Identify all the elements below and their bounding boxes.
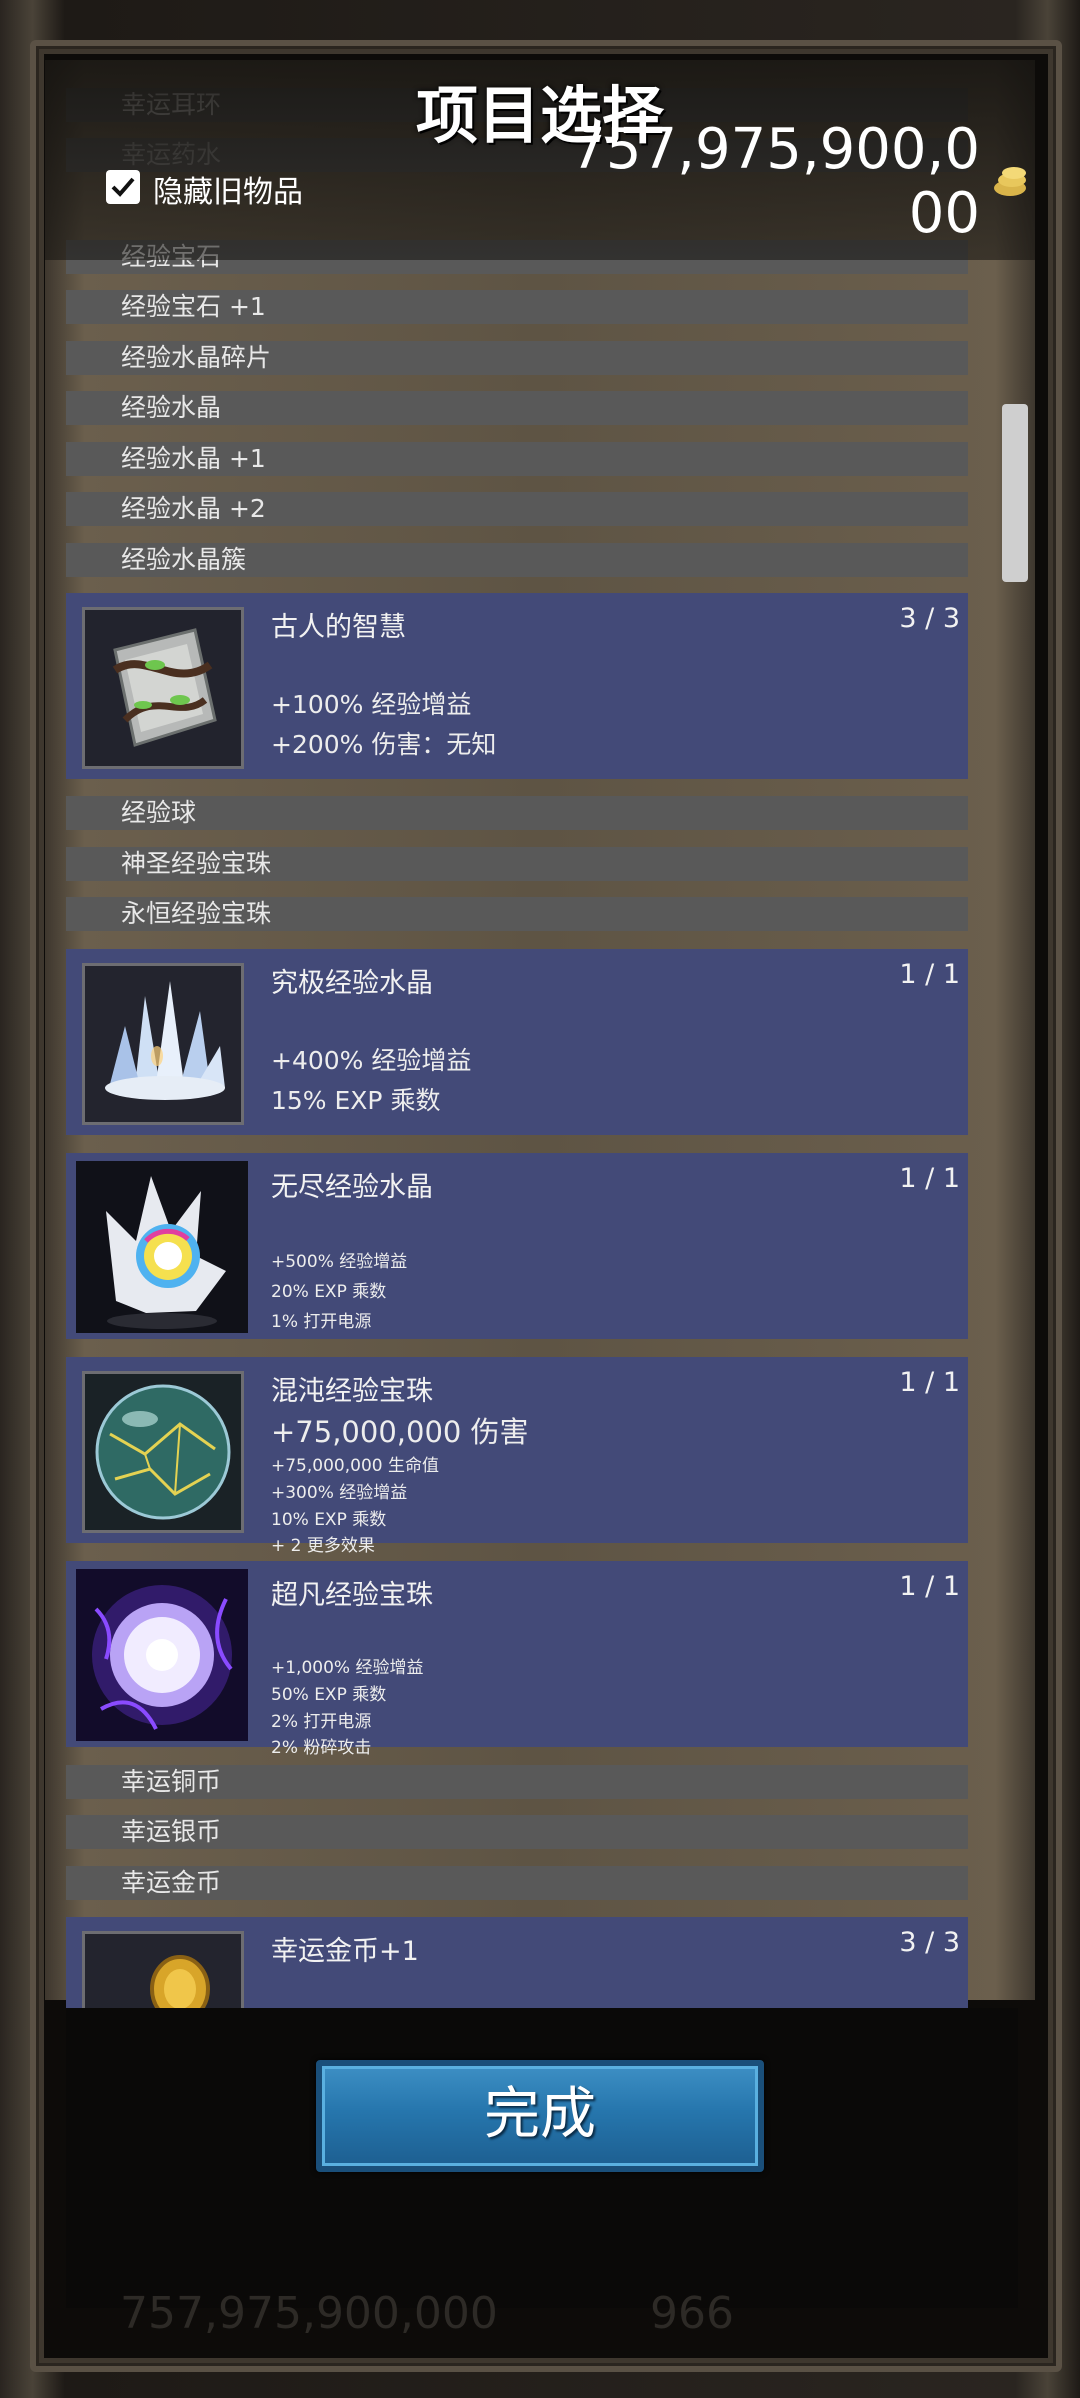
card-title: 幸运金币+1 bbox=[271, 1936, 419, 1967]
list-item[interactable]: 经验水晶簇 bbox=[66, 543, 968, 577]
list-item[interactable]: 经验球 bbox=[66, 796, 968, 830]
list-item[interactable]: 神圣经验宝珠 bbox=[66, 847, 968, 881]
list-item[interactable]: 永恒经验宝珠 bbox=[66, 897, 968, 931]
card-headline-effect: +75,000,000 伤害 bbox=[271, 1415, 529, 1449]
card-effect: 1% 打开电源 bbox=[271, 1312, 372, 1332]
card-effect: +75,000,000 生命值 bbox=[271, 1456, 439, 1476]
card-count: 1 / 1 bbox=[899, 1571, 960, 1602]
card-effect: 50% EXP 乘数 bbox=[271, 1685, 387, 1705]
card-title: 超凡经验宝珠 bbox=[271, 1580, 433, 1611]
gold-coins-icon bbox=[82, 1931, 244, 2008]
list-item[interactable]: 幸运银币 bbox=[66, 1815, 968, 1849]
item-list[interactable]: 幸运耳环 幸运药水 经验宝石 经验宝石 +1 经验水晶碎片 经验水晶 经验水晶 … bbox=[66, 60, 968, 2008]
card-title: 古人的智慧 bbox=[271, 612, 406, 643]
list-item[interactable]: 经验水晶 +1 bbox=[66, 442, 968, 476]
item-card-ultimate-crystal[interactable]: 究极经验水晶 1 / 1 +400% 经验增益 15% EXP 乘数 bbox=[66, 949, 968, 1135]
list-item[interactable]: 幸运铜币 bbox=[66, 1765, 968, 1799]
item-label: 幸运银币 bbox=[121, 1817, 222, 1846]
item-label: 经验水晶簇 bbox=[121, 545, 247, 574]
list-item[interactable]: 经验水晶 bbox=[66, 391, 968, 425]
card-effect: +1,000% 经验增益 bbox=[271, 1658, 424, 1678]
card-count: 1 / 1 bbox=[899, 959, 960, 990]
list-item[interactable]: 经验水晶 +2 bbox=[66, 492, 968, 526]
card-title: 究极经验水晶 bbox=[271, 968, 433, 999]
ancient-book-icon bbox=[82, 607, 244, 769]
card-title: 无尽经验水晶 bbox=[271, 1172, 433, 1203]
card-effect: 20% EXP 乘数 bbox=[271, 1282, 387, 1302]
chaos-orb-icon bbox=[82, 1371, 244, 1533]
rainbow-crystal-icon bbox=[76, 1161, 248, 1333]
item-card-lucky-gold[interactable]: 幸运金币+1 3 / 3 bbox=[66, 1917, 968, 2008]
card-count: 3 / 3 bbox=[899, 603, 960, 634]
card-effect: 15% EXP 乘数 bbox=[271, 1086, 441, 1115]
item-label: 经验球 bbox=[121, 798, 197, 827]
list-scrollbar[interactable] bbox=[1002, 404, 1028, 582]
transcendent-orb-icon bbox=[76, 1569, 248, 1741]
card-effect: 2% 打开电源 bbox=[271, 1712, 372, 1732]
card-effect: +200% 伤害：无知 bbox=[271, 730, 497, 759]
item-label: 经验水晶 +2 bbox=[121, 494, 266, 523]
item-card-ancient-wisdom[interactable]: 古人的智慧 3 / 3 +100% 经验增益 +200% 伤害：无知 bbox=[66, 593, 968, 779]
item-label: 永恒经验宝珠 bbox=[121, 899, 272, 928]
gold-coin-icon bbox=[990, 162, 1030, 202]
list-item[interactable]: 经验水晶碎片 bbox=[66, 341, 968, 375]
item-label: 经验宝石 +1 bbox=[121, 292, 266, 321]
done-button[interactable]: 完成 bbox=[316, 2060, 764, 2172]
card-count: 1 / 1 bbox=[899, 1367, 960, 1398]
item-card-chaos-orb[interactable]: 混沌经验宝珠 1 / 1 +75,000,000 伤害 +75,000,000 … bbox=[66, 1357, 968, 1556]
card-count: 1 / 1 bbox=[899, 1163, 960, 1194]
item-card-endless-crystal[interactable]: 无尽经验水晶 1 / 1 +500% 经验增益 20% EXP 乘数 1% 打开… bbox=[66, 1153, 968, 1339]
list-item[interactable]: 经验宝石 +1 bbox=[66, 290, 968, 324]
crystal-cluster-icon bbox=[82, 963, 244, 1125]
background-number-text: 966 bbox=[650, 2288, 734, 2339]
list-item[interactable]: 幸运金币 bbox=[66, 1866, 968, 1900]
card-effect: 10% EXP 乘数 bbox=[271, 1510, 387, 1530]
gold-amount: 757,975,900,000 bbox=[570, 117, 980, 246]
item-card-transcendent-orb[interactable]: 超凡经验宝珠 1 / 1 +1,000% 经验增益 50% EXP 乘数 2% … bbox=[66, 1561, 968, 1758]
card-title: 混沌经验宝珠 bbox=[271, 1376, 433, 1407]
item-label: 经验水晶 bbox=[121, 393, 222, 422]
background-gold-text: 757,975,900,000 bbox=[120, 2288, 498, 2339]
item-label: 幸运铜币 bbox=[121, 1767, 222, 1796]
item-label: 经验水晶碎片 bbox=[121, 343, 272, 372]
card-effect: +400% 经验增益 bbox=[271, 1046, 472, 1075]
item-label: 经验水晶 +1 bbox=[121, 444, 266, 473]
hide-old-items-checkbox[interactable] bbox=[106, 170, 140, 204]
card-count: 3 / 3 bbox=[899, 1927, 960, 1958]
hide-old-items-label: 隐藏旧物品 bbox=[153, 175, 303, 210]
card-effect: + 2 更多效果 bbox=[271, 1536, 375, 1556]
checkmark-icon bbox=[111, 177, 135, 197]
card-effect: +100% 经验增益 bbox=[271, 690, 472, 719]
item-label: 经验宝石 bbox=[121, 242, 222, 271]
card-effect: 2% 粉碎攻击 bbox=[271, 1738, 372, 1758]
card-effect: +500% 经验增益 bbox=[271, 1252, 408, 1272]
item-label: 神圣经验宝珠 bbox=[121, 849, 272, 878]
item-label: 幸运金币 bbox=[121, 1868, 222, 1897]
card-effect: +300% 经验增益 bbox=[271, 1483, 408, 1503]
